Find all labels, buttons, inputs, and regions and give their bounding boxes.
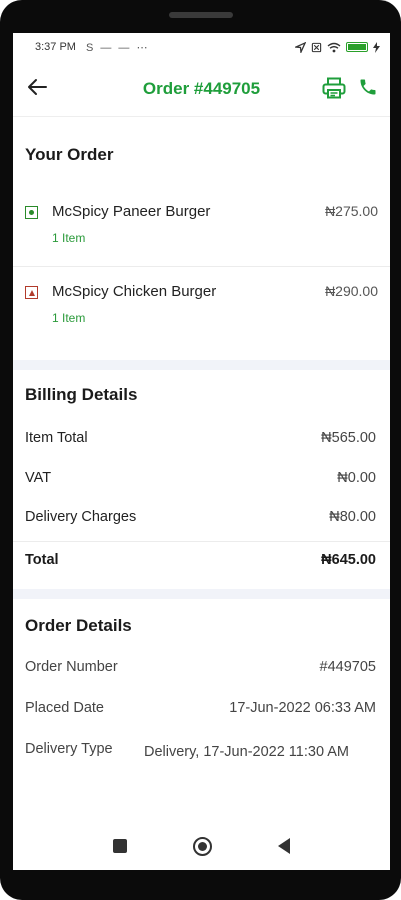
item-quantity: 1 Item xyxy=(52,311,86,325)
item-price: ₦275.00 xyxy=(325,203,378,219)
billing-label: Delivery Charges xyxy=(25,509,137,525)
wifi-icon xyxy=(327,42,341,52)
billing-value: ₦0.00 xyxy=(337,470,376,486)
status-time: 3:37 PM xyxy=(35,41,76,53)
status-indicators: S — — ⋯ xyxy=(85,41,150,54)
section-separator xyxy=(13,589,390,599)
detail-value: Delivery, 17-Jun-2022 11:30 AM xyxy=(144,744,349,760)
divider xyxy=(13,266,390,267)
total-label: Total xyxy=(25,552,59,568)
billing-section: Billing Details xyxy=(13,385,390,405)
total-value: ₦645.00 xyxy=(321,552,376,568)
detail-value: #449705 xyxy=(319,659,376,675)
detail-label: Order Number xyxy=(25,659,118,675)
billing-title: Billing Details xyxy=(25,385,138,404)
app-header: Order #449705 xyxy=(13,61,390,117)
divider xyxy=(13,541,390,542)
order-details-title: Order Details xyxy=(25,616,132,635)
print-button[interactable] xyxy=(322,77,346,104)
back-icon[interactable] xyxy=(278,838,290,854)
phone-frame: 3:37 PM S — — ⋯ Order #449705 Your Order… xyxy=(0,0,401,900)
battery-icon xyxy=(346,42,368,52)
charging-icon xyxy=(373,41,380,53)
call-button[interactable] xyxy=(358,77,378,104)
header-actions xyxy=(322,77,378,104)
billing-label: VAT xyxy=(25,470,52,486)
detail-label: Delivery Type xyxy=(25,741,113,757)
order-item: McSpicy Chicken Burger ₦290.00 1 Item xyxy=(25,283,378,325)
recent-apps-icon[interactable] xyxy=(113,839,127,853)
status-right-icons xyxy=(295,41,380,53)
veg-indicator-icon xyxy=(25,206,38,219)
system-nav-bar xyxy=(13,822,390,870)
item-quantity: 1 Item xyxy=(52,231,86,245)
billing-label: Item Total xyxy=(25,430,88,446)
billing-value: ₦80.00 xyxy=(329,509,376,525)
item-price: ₦290.00 xyxy=(325,283,378,299)
order-details-section: Order Details xyxy=(13,616,390,636)
speaker-grille xyxy=(169,12,233,18)
no-sim-icon xyxy=(311,42,322,52)
screen: 3:37 PM S — — ⋯ Order #449705 Your Order… xyxy=(13,33,390,870)
home-icon[interactable] xyxy=(193,836,212,856)
your-order-title: Your Order xyxy=(25,145,114,164)
section-separator xyxy=(13,360,390,370)
phone-icon xyxy=(360,79,376,95)
detail-label: Placed Date xyxy=(25,700,104,716)
billing-value: ₦565.00 xyxy=(321,430,376,446)
location-icon xyxy=(295,41,306,53)
detail-value: 17-Jun-2022 06:33 AM xyxy=(229,700,376,716)
non-veg-indicator-icon xyxy=(25,286,38,299)
order-item: McSpicy Paneer Burger ₦275.00 1 Item xyxy=(25,203,378,245)
item-name: McSpicy Paneer Burger xyxy=(52,203,211,220)
status-bar: 3:37 PM S — — ⋯ xyxy=(13,33,390,61)
your-order-section: Your Order xyxy=(13,145,390,165)
item-name: McSpicy Chicken Burger xyxy=(52,283,217,300)
printer-icon xyxy=(322,77,346,99)
